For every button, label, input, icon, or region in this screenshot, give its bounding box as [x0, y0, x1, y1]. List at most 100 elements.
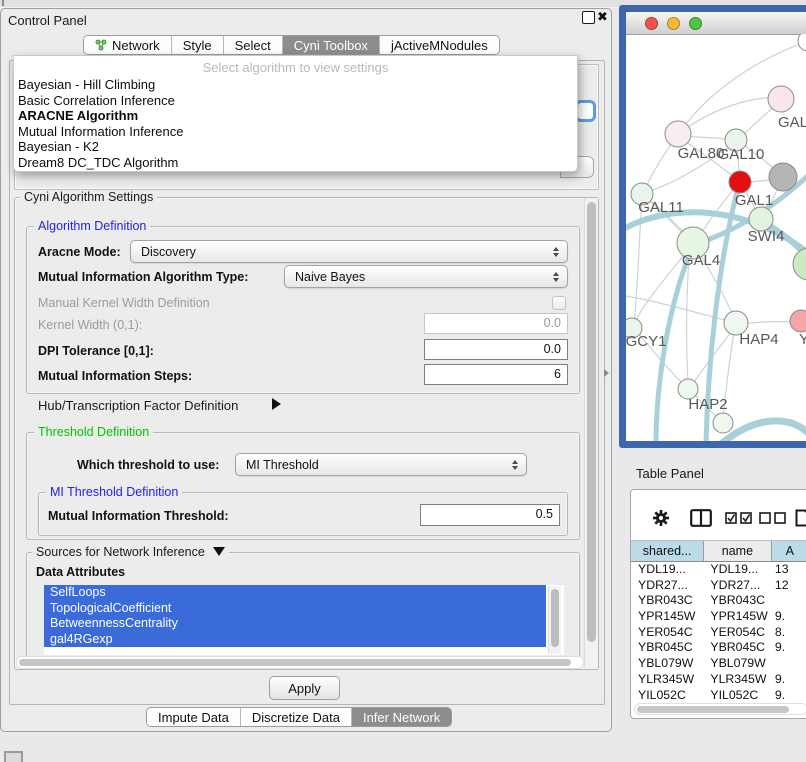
apply-button[interactable]: Apply — [269, 676, 340, 700]
algorithm-definition-legend: Algorithm Definition — [34, 219, 150, 233]
kernel-width-field[interactable]: 0.0 — [424, 313, 568, 334]
top-left-tick — [2, 0, 4, 6]
network-node-label: GAL — [778, 114, 806, 131]
close-traffic-light-icon[interactable] — [645, 17, 658, 30]
unchecked-boxes-icon[interactable] — [759, 512, 787, 524]
minimize-traffic-light-icon[interactable] — [667, 17, 680, 30]
threshold-definition-legend: Threshold Definition — [34, 425, 153, 439]
kernel-width-label: Kernel Width (0,1): — [38, 318, 142, 332]
focused-spinner-fragment[interactable] — [575, 100, 596, 122]
tab-cyni-toolbox[interactable]: Cyni Toolbox — [282, 36, 379, 54]
table-row[interactable]: YLR345W YLR345W 9. — [631, 672, 806, 688]
dpi-tolerance-field[interactable]: 0.0 — [424, 339, 568, 360]
manual-kernel-label: Manual Kernel Width Definition — [38, 296, 210, 310]
close-icon[interactable]: ✖ — [597, 9, 608, 25]
network-node[interactable] — [768, 86, 794, 112]
spinner-arrows-icon — [553, 247, 559, 257]
checked-boxes-icon[interactable] — [725, 512, 753, 524]
network-node-label: Y — [799, 331, 806, 348]
cyni-settings-legend: Cyni Algorithm Settings — [20, 190, 157, 204]
data-attribute-item[interactable]: SelfLoops — [44, 585, 546, 601]
data-attribute-item[interactable]: BetweennessCentrality — [44, 616, 546, 632]
table-row[interactable]: YBR043C YBR043C — [631, 593, 806, 609]
network-node[interactable] — [798, 34, 806, 51]
tab-discretize-data[interactable]: Discretize Data — [240, 708, 351, 726]
control-panel-tabs: Network Style Select Cyni Toolbox jActiv… — [83, 35, 500, 55]
document-icon[interactable] — [795, 509, 806, 527]
settings-vertical-scrollbar[interactable] — [584, 198, 598, 667]
algorithm-option[interactable]: Dream8 DC_TDC Algorithm — [14, 155, 577, 171]
network-node[interactable] — [713, 413, 733, 433]
table-horizontal-scrollbar[interactable] — [634, 703, 806, 715]
column-header-shared-name[interactable]: shared... — [631, 541, 704, 561]
table-row[interactable]: YER054C YER054C 8. — [631, 625, 806, 641]
table-row[interactable]: YBL079W YBL079W — [631, 656, 806, 672]
data-attribute-item[interactable]: TopologicalCoefficient — [44, 601, 546, 617]
mi-steps-label: Mutual Information Steps: — [38, 369, 192, 383]
scrollbar-thumb[interactable] — [637, 706, 789, 713]
table-body: YDL19... YDL19... 13 YDR27... YDR27... 1… — [631, 562, 806, 703]
sources-legend: Sources for Network Inference — [32, 545, 229, 559]
algorithm-option[interactable]: Basic Correlation Inference — [14, 93, 577, 109]
scrollbar-thumb[interactable] — [587, 202, 596, 642]
tab-impute-data[interactable]: Impute Data — [147, 708, 240, 726]
mi-threshold-label: Mutual Information Threshold: — [48, 509, 229, 523]
table-row[interactable]: YBR045C YBR045C 9. — [631, 640, 806, 656]
data-attribute-item[interactable]: gal4RGexp — [44, 632, 546, 648]
tab-network[interactable]: Network — [84, 36, 171, 54]
network-canvas[interactable]: GALGAL80GAL10GAL1GAL11SWI4GAL4GCY1HAP4YH… — [626, 34, 806, 441]
splitter-handle[interactable] — [604, 369, 609, 377]
algorithm-option[interactable]: Bayesian - Hill Climbing — [14, 77, 577, 93]
aracne-mode-combobox[interactable]: Discovery — [130, 240, 568, 263]
attributes-list-scrollbar[interactable] — [548, 586, 561, 654]
algorithm-options-list: Bayesian - Hill ClimbingBasic Correlatio… — [14, 77, 577, 171]
network-node[interactable] — [790, 310, 806, 332]
mi-steps-field[interactable]: 6 — [424, 364, 568, 385]
expand-right-icon[interactable] — [272, 398, 281, 410]
hub-definition-label: Hub/Transcription Factor Definition — [38, 398, 238, 413]
table-row[interactable]: YDL19... YDL19... 13 — [631, 562, 806, 578]
network-node[interactable] — [665, 121, 691, 147]
mi-type-combobox[interactable]: Naive Bayes — [284, 265, 568, 288]
network-window-titlebar[interactable] — [626, 12, 806, 35]
table-row[interactable]: YPR145W YPR145W 9. — [631, 609, 806, 625]
scrollbar-thumb[interactable] — [551, 589, 559, 647]
manual-kernel-checkbox[interactable] — [552, 296, 566, 310]
scrollbar-thumb[interactable] — [19, 659, 571, 666]
tab-jactivemnodules[interactable]: jActiveMNodules — [379, 36, 499, 54]
table-panel-title: Table Panel — [636, 466, 704, 481]
column-layout-icon[interactable] — [690, 509, 712, 527]
tab-style[interactable]: Style — [171, 36, 223, 54]
algorithm-option[interactable]: Bayesian - K2 — [14, 139, 577, 155]
network-node-label: HAP2 — [688, 396, 727, 413]
which-threshold-combobox[interactable]: MI Threshold — [235, 453, 527, 476]
table-header: shared... name A — [631, 540, 806, 562]
aracne-mode-label: Aracne Mode: — [38, 245, 121, 259]
network-node-label: GAL1 — [735, 192, 773, 209]
column-header-partial[interactable]: A — [772, 541, 806, 561]
network-node[interactable] — [729, 171, 751, 193]
algorithm-option[interactable]: ARACNE Algorithm — [14, 108, 577, 124]
mi-threshold-field[interactable]: 0.5 — [420, 504, 560, 526]
zoom-traffic-light-icon[interactable] — [689, 17, 702, 30]
table-row[interactable]: YIL052C YIL052C 9. — [631, 688, 806, 704]
column-header-name[interactable]: name — [704, 541, 771, 561]
float-window-icon[interactable] — [582, 11, 595, 24]
network-node[interactable] — [793, 248, 806, 280]
collapse-down-icon[interactable] — [213, 547, 225, 556]
data-attributes-list: SelfLoopsTopologicalCoefficientBetweenne… — [44, 585, 564, 655]
algorithm-option[interactable]: Mutual Information Inference — [14, 124, 577, 140]
control-panel-title: Control Panel — [8, 13, 87, 28]
tab-select[interactable]: Select — [223, 36, 282, 54]
settings-horizontal-scrollbar[interactable] — [16, 656, 584, 669]
network-node[interactable] — [769, 163, 797, 191]
aracne-mode-value: Discovery — [141, 245, 196, 259]
table-row[interactable]: YDR27... YDR27... 12 — [631, 578, 806, 594]
gear-icon[interactable] — [652, 509, 670, 527]
minimized-panel-grip[interactable] — [4, 751, 23, 762]
network-node-label: HAP4 — [739, 331, 778, 348]
algorithm-dropdown-popup: Select algorithm to view settings Bayesi… — [13, 55, 578, 172]
tab-infer-network[interactable]: Infer Network — [351, 708, 451, 726]
mi-type-value: Naive Bayes — [295, 270, 365, 284]
which-threshold-value: MI Threshold — [246, 458, 319, 472]
